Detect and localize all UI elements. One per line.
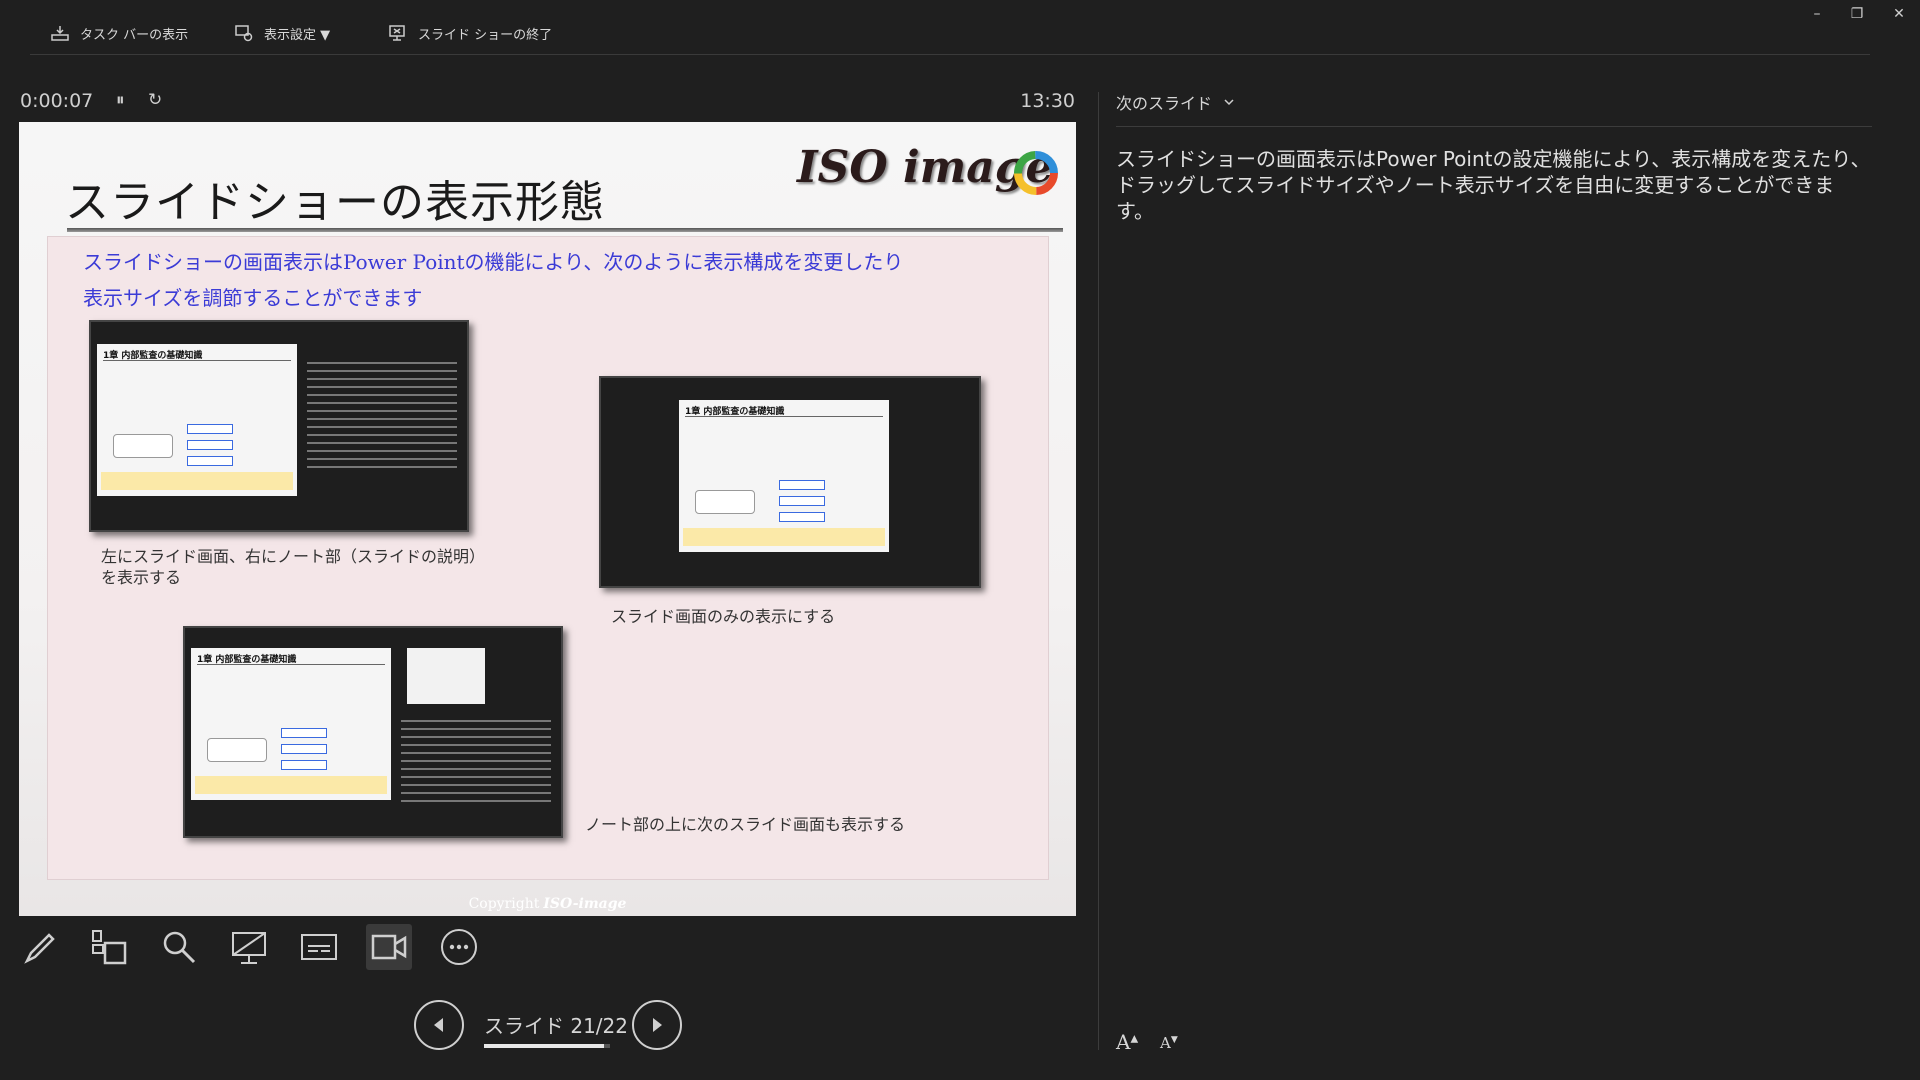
display-settings-button[interactable]: 表示設定 ▼: [234, 22, 330, 44]
minimize-button[interactable]: –: [1802, 4, 1832, 24]
next-slide-divider: [1116, 126, 1872, 127]
increase-font-button[interactable]: A▲: [1116, 1030, 1138, 1054]
slide-grid-icon: [92, 930, 127, 965]
taskbar-icon: [51, 26, 69, 41]
end-slideshow-icon: [389, 25, 405, 41]
slide-progress-bar: [484, 1044, 610, 1048]
pane-divider[interactable]: [1098, 92, 1099, 1050]
subtitles-icon: [301, 934, 337, 960]
slide-title: スライドショーの表示形態: [65, 177, 605, 228]
restart-timer-icon[interactable]: ↻: [148, 90, 162, 110]
show-taskbar-label: タスク バーの表示: [80, 27, 189, 43]
see-all-slides-button[interactable]: [86, 924, 132, 970]
increase-font-icon: ▲: [1130, 1033, 1139, 1045]
next-slide-button[interactable]: [632, 1000, 682, 1050]
pause-timer-icon[interactable]: ⏸: [116, 90, 125, 110]
caption-notes-right: 左にスライド画面、右にノート部（スライドの説明） を表示する: [101, 547, 486, 587]
more-options-button[interactable]: [436, 924, 482, 970]
pen-icon: [24, 933, 55, 964]
elapsed-timer: 0:00:07: [20, 90, 94, 112]
logo-ring-icon: [1014, 151, 1058, 195]
triangle-right-icon: [653, 1018, 662, 1032]
pen-tool-button[interactable]: [18, 924, 64, 970]
more-options-icon: [441, 929, 477, 965]
magnifier-icon: [163, 931, 196, 964]
black-screen-button[interactable]: [226, 924, 272, 970]
title-underline: [67, 228, 1063, 232]
subtitles-button[interactable]: [296, 924, 342, 970]
slide-copyright: Copyright ISO-image: [468, 896, 627, 912]
chevron-down-icon: [1224, 99, 1234, 106]
next-slide-label: 次のスライド: [1116, 94, 1213, 113]
slide-lead-text: スライドショーの画面表示はPower Pointの機能により、次のように表示構成…: [83, 250, 904, 310]
restore-button[interactable]: ❐: [1842, 4, 1872, 24]
slide-progress-fill: [484, 1044, 605, 1048]
example-screenshot-next-slide: 1章 内部監査の基礎知識: [183, 626, 563, 838]
display-settings-label: 表示設定 ▼: [264, 27, 331, 43]
show-taskbar-button[interactable]: タスク バーの表示: [50, 22, 188, 44]
triangle-left-icon: [434, 1018, 443, 1032]
previous-slide-button[interactable]: [414, 1000, 464, 1050]
presenter-toolbar: タスク バーの表示 表示設定 ▼ スライド ショーの終了 – ❐ ✕: [0, 0, 1920, 56]
speaker-notes[interactable]: スライドショーの画面表示はPower Pointの設定機能により、表示構成を変え…: [1116, 146, 1872, 224]
close-button[interactable]: ✕: [1884, 4, 1914, 24]
screen-pointer-icon: [232, 932, 266, 964]
caption-next-slide: ノート部の上に次のスライド画面も表示する: [585, 815, 906, 834]
caption-slide-only: スライド画面のみの表示にする: [611, 607, 836, 626]
toolbar-divider: [30, 54, 1870, 55]
current-time: 13:30: [1020, 90, 1075, 112]
slide-counter[interactable]: スライド 21/22: [484, 1010, 628, 1039]
decrease-font-button[interactable]: A▼: [1160, 1034, 1178, 1052]
zoom-button[interactable]: [156, 924, 202, 970]
current-slide[interactable]: スライドショーの表示形態 ISO image スライドショーの画面表示はPowe…: [19, 122, 1076, 916]
end-slideshow-label: スライド ショーの終了: [418, 27, 553, 43]
example-screenshot-slide-only: 1章 内部監査の基礎知識: [599, 376, 981, 588]
next-slide-dropdown[interactable]: 次のスライド: [1116, 90, 1234, 114]
example-screenshot-notes-right: 1章 内部監査の基礎知識: [89, 320, 469, 532]
end-slideshow-button[interactable]: スライド ショーの終了: [388, 22, 552, 44]
camera-button[interactable]: [366, 924, 412, 970]
display-settings-icon: [235, 25, 253, 42]
iso-image-logo: ISO image: [789, 134, 1059, 204]
decrease-font-icon: ▼: [1170, 1035, 1178, 1045]
video-camera-icon: [371, 934, 407, 960]
